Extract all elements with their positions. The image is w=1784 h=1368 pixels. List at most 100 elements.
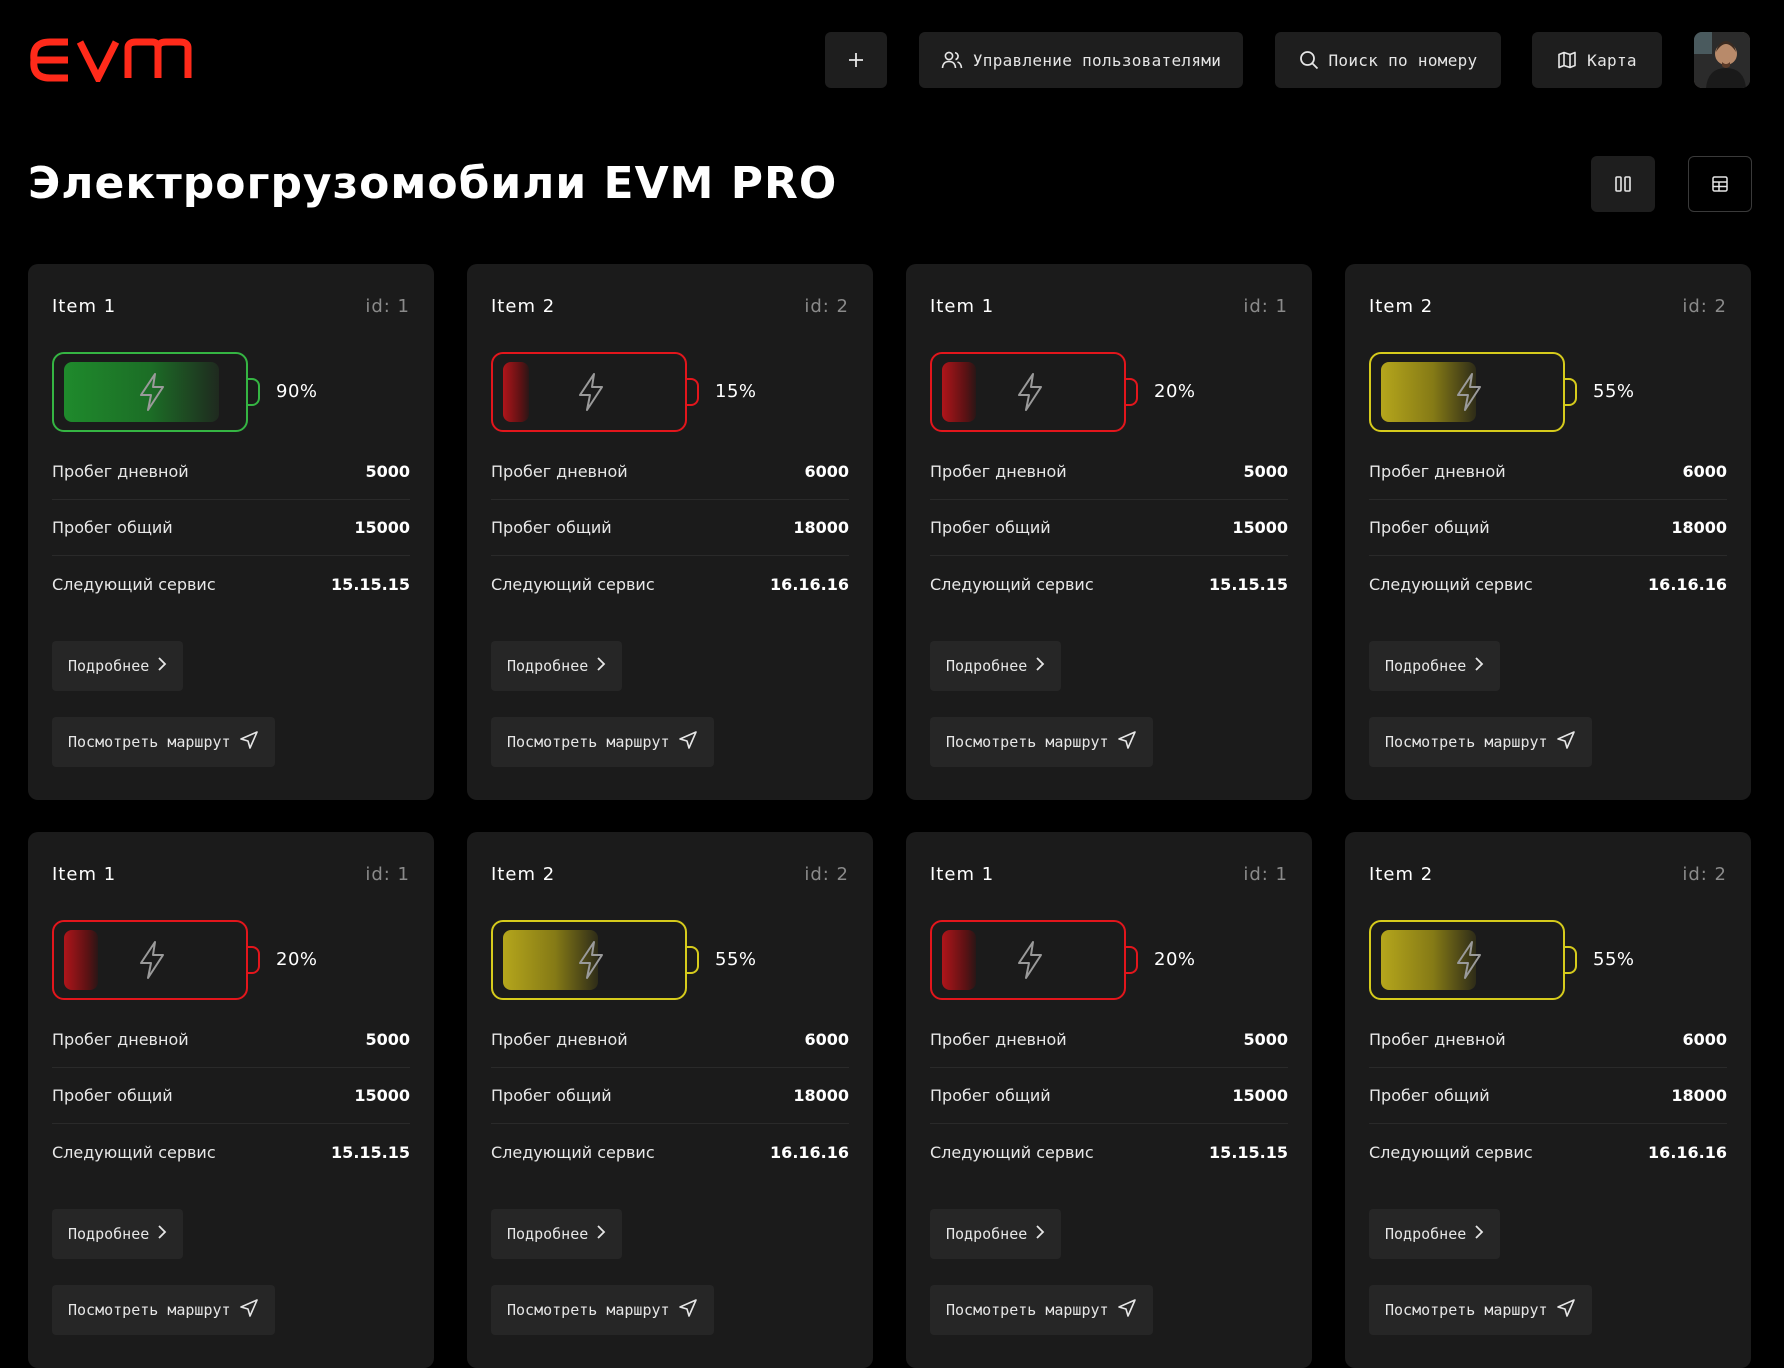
details-button[interactable]: Подробнее [491,1209,623,1259]
next-service-row: Следующий сервис 16.16.16 [1369,1124,1727,1180]
next-service-value: 15.15.15 [331,1142,410,1162]
details-button[interactable]: Подробнее [52,1209,184,1259]
battery-fill [942,362,976,422]
daily-mileage-value: 5000 [365,462,410,481]
next-service-label: Следующий сервис [491,1142,655,1162]
grid-view-button[interactable] [1591,156,1655,212]
daily-mileage-row: Пробег дневной 5000 [930,444,1288,500]
view-route-button[interactable]: Посмотреть маршрут [491,1285,714,1335]
next-service-row: Следующий сервис 15.15.15 [52,556,410,612]
view-route-button[interactable]: Посмотреть маршрут [491,717,714,767]
avatar[interactable] [1694,32,1750,88]
map-button[interactable]: Карта [1532,32,1662,88]
vehicle-card: Item 2 id: 2 55% Пробег дневной 6000 Про… [467,832,873,1368]
lightning-icon [575,940,607,984]
total-mileage-value: 18000 [793,1086,849,1105]
view-route-button[interactable]: Посмотреть маршрут [1369,1285,1592,1335]
next-service-label: Следующий сервис [52,1142,216,1162]
total-mileage-value: 18000 [1671,1086,1727,1105]
card-id: id: 2 [804,296,849,317]
total-mileage-value: 15000 [1232,1086,1288,1105]
total-mileage-row: Пробег общий 15000 [930,500,1288,556]
add-button[interactable] [825,32,887,88]
next-service-label: Следующий сервис [491,574,655,594]
details-button[interactable]: Подробнее [1369,641,1501,691]
next-service-row: Следующий сервис 16.16.16 [491,1124,849,1180]
details-button[interactable]: Подробнее [52,641,184,691]
table-icon [1712,176,1728,192]
next-service-value: 16.16.16 [1648,1142,1727,1162]
view-route-button[interactable]: Посмотреть маршрут [52,717,275,767]
battery-terminal [1126,946,1138,974]
next-service-label: Следующий сервис [930,1142,1094,1162]
next-service-row: Следующий сервис 15.15.15 [52,1124,410,1180]
vehicle-card: Item 2 id: 2 15% Пробег дневной 6000 Про… [467,264,873,800]
daily-mileage-row: Пробег дневной 5000 [930,1012,1288,1068]
search-by-number-button[interactable]: Поиск по номеру [1275,32,1501,88]
battery-fill [64,930,98,990]
daily-mileage-row: Пробег дневной 5000 [52,444,410,500]
card-title: Item 1 [52,296,117,317]
details-button[interactable]: Подробнее [930,641,1062,691]
card-id: id: 1 [1243,296,1288,317]
details-button[interactable]: Подробнее [491,641,623,691]
total-mileage-label: Пробег общий [1369,1086,1490,1105]
next-service-label: Следующий сервис [930,574,1094,594]
details-button[interactable]: Подробнее [930,1209,1062,1259]
daily-mileage-row: Пробег дневной 6000 [1369,444,1727,500]
daily-mileage-label: Пробег дневной [930,1030,1067,1049]
details-button[interactable]: Подробнее [1369,1209,1501,1259]
battery-terminal [1565,378,1577,406]
user-management-label: Управление пользователями [972,50,1222,70]
table-view-button[interactable] [1688,156,1752,212]
chevron-right-icon [596,1224,606,1244]
daily-mileage-label: Пробег дневной [52,1030,189,1049]
lightning-icon [1014,372,1046,416]
card-title: Item 1 [930,864,995,885]
daily-mileage-row: Пробег дневной 5000 [52,1012,410,1068]
total-mileage-value: 18000 [1671,518,1727,537]
evm-logo[interactable] [28,38,194,86]
battery-indicator [1369,352,1577,432]
battery-fill [503,362,529,422]
card-title: Item 2 [1369,296,1434,317]
total-mileage-value: 15000 [354,1086,410,1105]
lightning-icon [575,372,607,416]
send-icon [678,1298,698,1322]
battery-terminal [248,946,260,974]
card-id: id: 1 [365,864,410,885]
view-route-button[interactable]: Посмотреть маршрут [52,1285,275,1335]
next-service-label: Следующий сервис [1369,1142,1533,1162]
card-id: id: 2 [1682,864,1727,885]
view-route-button[interactable]: Посмотреть маршрут [930,717,1153,767]
next-service-value: 15.15.15 [1209,574,1288,594]
vehicle-grid: Item 1 id: 1 90% Пробег дневной 5000 Про… [28,264,1751,1368]
battery-indicator [52,352,260,432]
battery-terminal [1126,378,1138,406]
daily-mileage-label: Пробег дневной [52,462,189,481]
total-mileage-label: Пробег общий [1369,518,1490,537]
battery-indicator [52,920,260,1000]
view-route-button[interactable]: Посмотреть маршрут [930,1285,1153,1335]
user-management-button[interactable]: Управление пользователями [919,32,1243,88]
send-icon [239,730,259,754]
total-mileage-row: Пробег общий 18000 [1369,1068,1727,1124]
battery-indicator [930,920,1138,1000]
battery-indicator [491,920,699,1000]
daily-mileage-value: 5000 [1243,462,1288,481]
next-service-label: Следующий сервис [1369,574,1533,594]
map-label: Карта [1587,50,1637,70]
battery-terminal [687,946,699,974]
battery-fill [942,930,976,990]
card-id: id: 1 [365,296,410,317]
send-icon [239,1298,259,1322]
details-label: Подробнее [946,657,1028,675]
vehicle-card: Item 1 id: 1 20% Пробег дневной 5000 Про… [906,264,1312,800]
daily-mileage-row: Пробег дневной 6000 [1369,1012,1727,1068]
next-service-row: Следующий сервис 16.16.16 [1369,556,1727,612]
total-mileage-value: 15000 [354,518,410,537]
details-label: Подробнее [1385,657,1467,675]
view-route-button[interactable]: Посмотреть маршрут [1369,717,1592,767]
users-icon [941,51,963,69]
next-service-row: Следующий сервис 16.16.16 [491,556,849,612]
